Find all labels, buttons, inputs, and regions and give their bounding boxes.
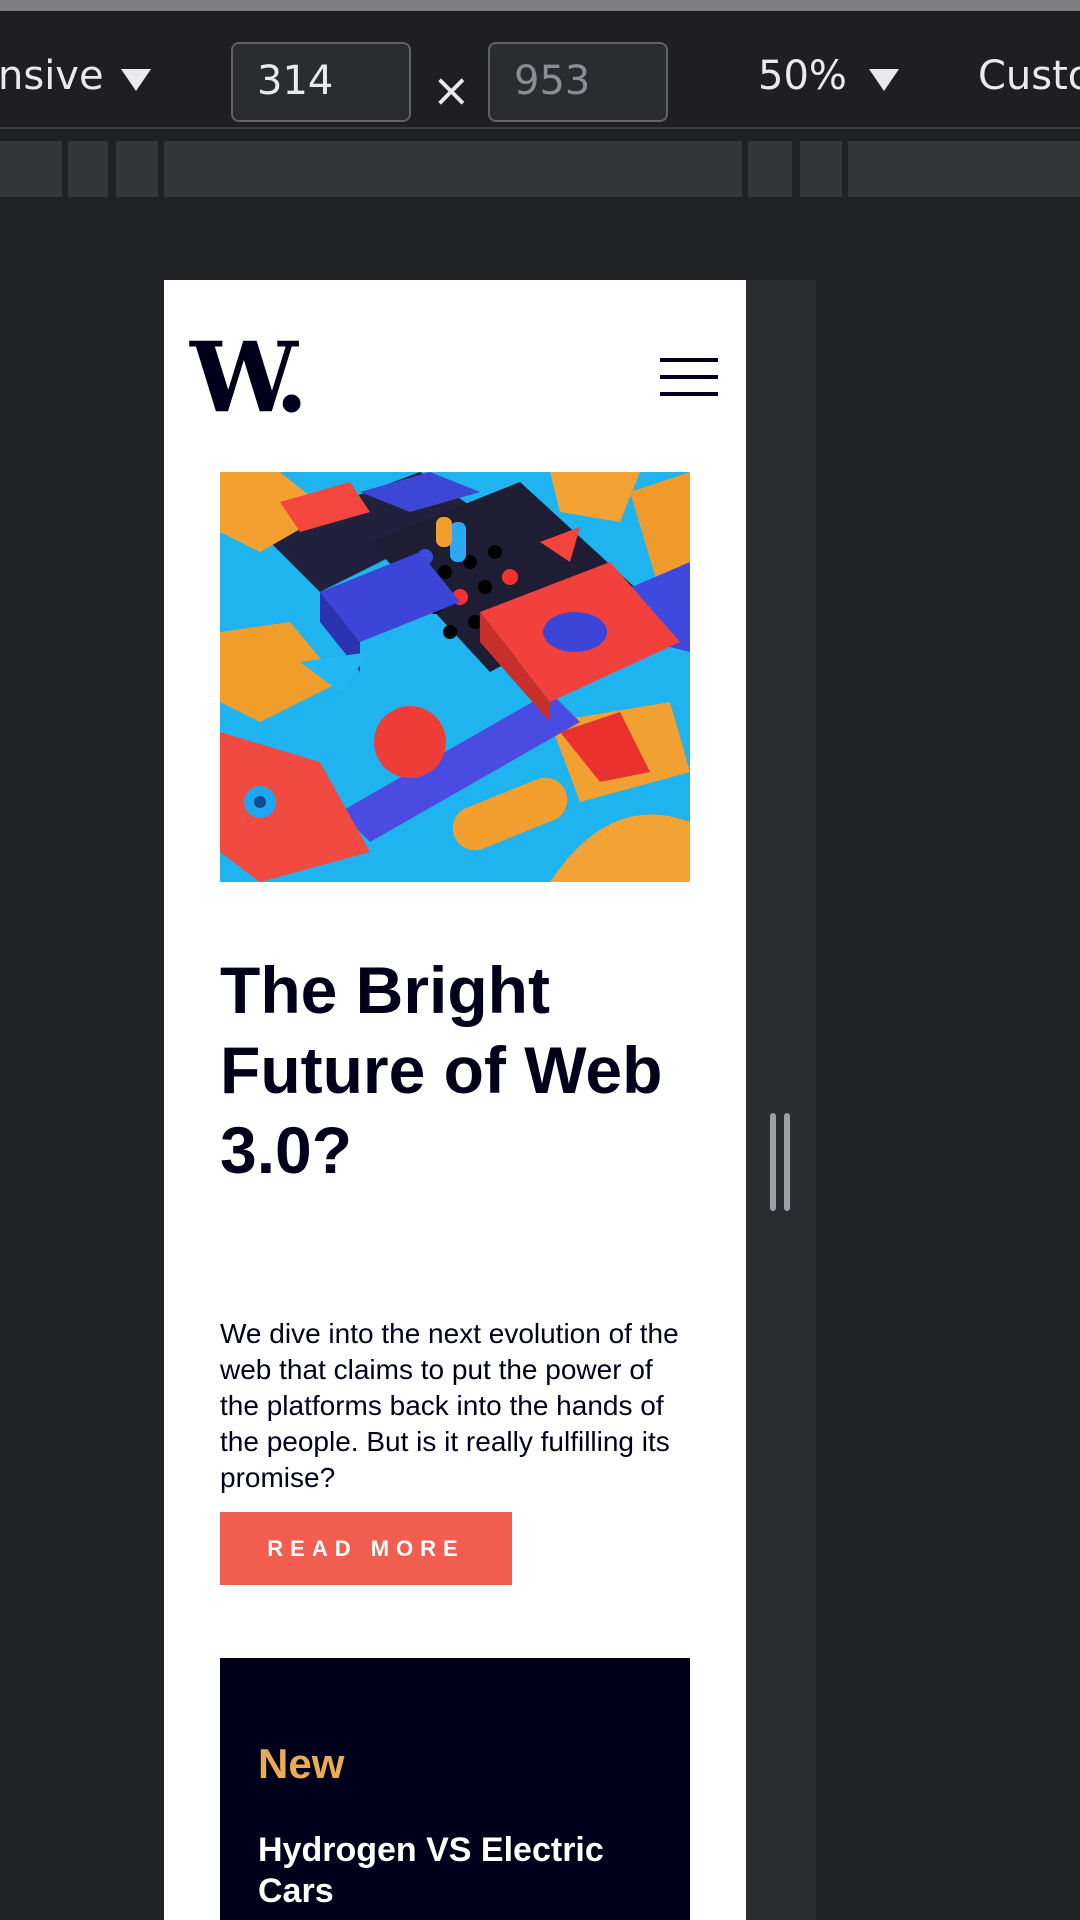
read-more-button[interactable]: READ MORE <box>220 1512 512 1585</box>
resize-gutter <box>746 280 816 1920</box>
hero-description: We dive into the next evolution of the w… <box>220 1318 679 1493</box>
zoom-select[interactable]: 50% <box>758 53 847 99</box>
media-query-segment[interactable] <box>68 141 108 197</box>
chevron-down-icon[interactable] <box>121 69 151 91</box>
hero-image <box>220 472 690 882</box>
new-section-heading: New <box>258 1740 345 1787</box>
media-query-segment[interactable] <box>116 141 158 197</box>
device-toolbar: nsive 314 × 953 50% Custo <box>0 11 1080 129</box>
media-query-segment[interactable] <box>0 141 62 197</box>
media-query-bar <box>0 131 1080 197</box>
device-mode-select[interactable]: nsive <box>0 53 104 99</box>
new-article-link[interactable]: Hydrogen VS Electric Cars <box>258 1830 658 1912</box>
chevron-down-icon[interactable] <box>869 69 899 91</box>
dimension-separator: × <box>432 63 471 117</box>
hamburger-menu-icon[interactable] <box>660 358 718 396</box>
media-query-segment[interactable] <box>748 141 792 197</box>
throttle-select[interactable]: Custo <box>978 53 1080 99</box>
hero-title: The Bright Future of Web 3.0? <box>220 953 663 1187</box>
media-query-segment[interactable] <box>848 141 1080 197</box>
media-query-segment[interactable] <box>800 141 842 197</box>
window-top-border <box>0 0 1080 11</box>
emulated-page: W. The Bright Future of Web 3.0? We dive… <box>164 280 746 1920</box>
site-logo[interactable]: W. <box>190 330 308 426</box>
resize-handle[interactable] <box>770 1113 794 1211</box>
height-input[interactable]: 953 <box>488 42 668 122</box>
abstract-blocks-illustration <box>220 472 690 882</box>
media-query-segment[interactable] <box>164 141 742 197</box>
width-input[interactable]: 314 <box>231 42 411 122</box>
new-section: New Hydrogen VS Electric Cars <box>220 1658 690 1920</box>
